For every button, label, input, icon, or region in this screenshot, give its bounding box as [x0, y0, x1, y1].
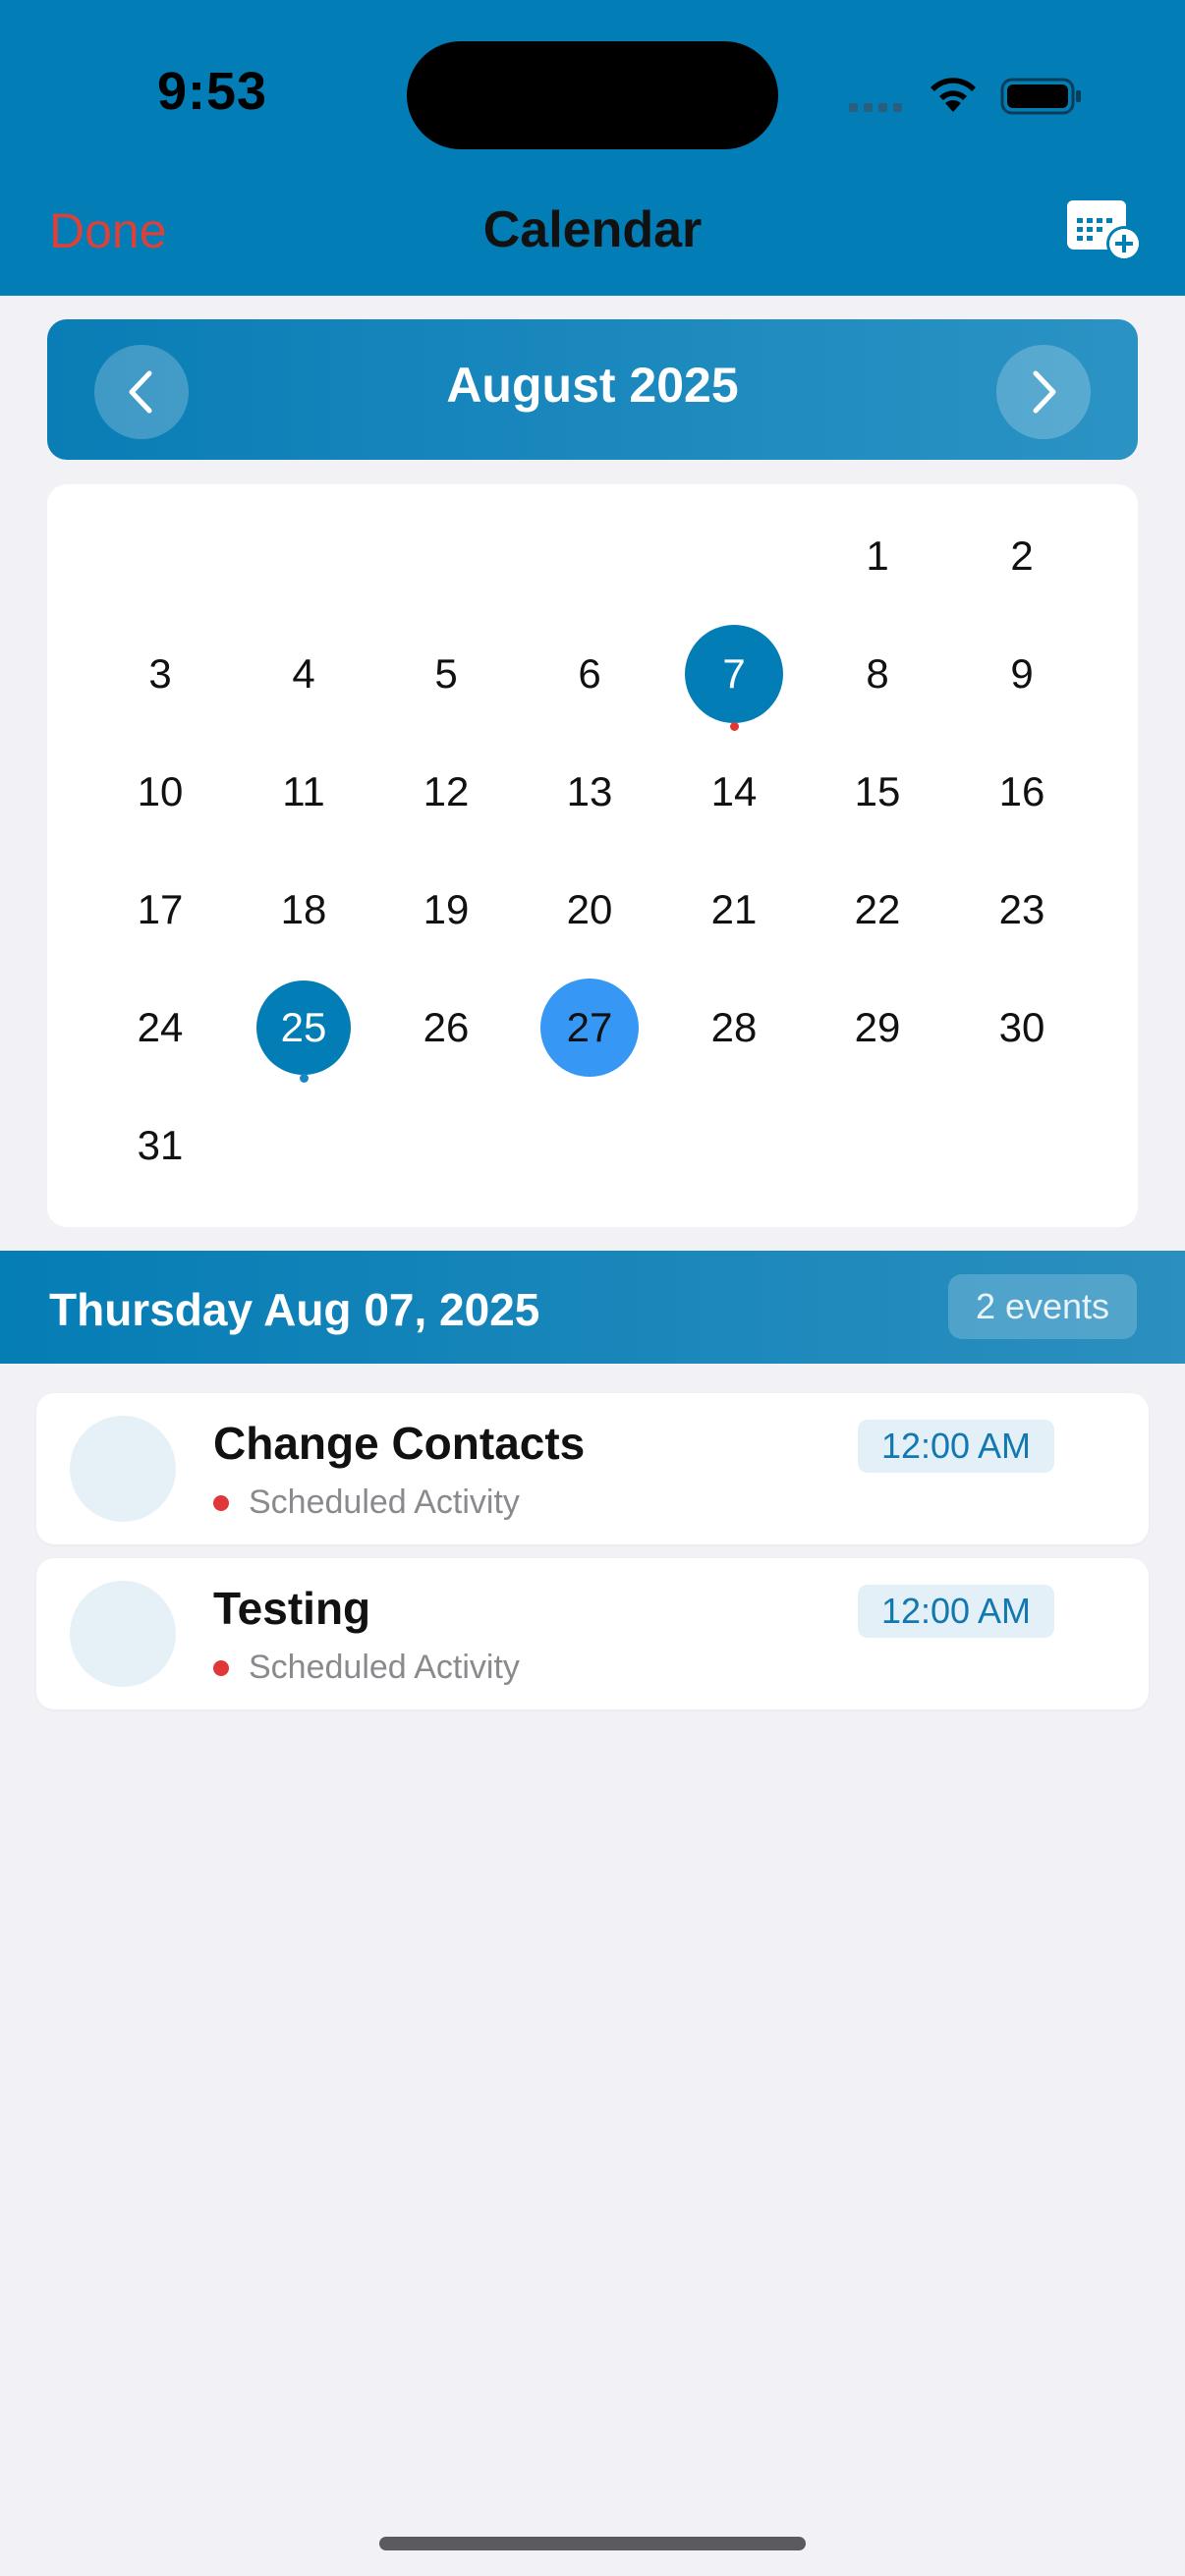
- event-type: Scheduled Activity: [249, 1484, 520, 1521]
- calendar-day-17[interactable]: 17: [111, 861, 209, 959]
- month-label: August 2025: [446, 358, 739, 413]
- top-bar: 9:53 Done Calendar: [0, 0, 1185, 296]
- calendar-day-21[interactable]: 21: [685, 861, 783, 959]
- selected-date-header: Thursday Aug 07, 2025 2 events: [0, 1251, 1185, 1364]
- event-title: Testing: [213, 1583, 371, 1634]
- event-indicator-dot: [729, 722, 739, 731]
- status-time: 9:53: [157, 62, 268, 121]
- calendar-day-12[interactable]: 12: [397, 743, 495, 841]
- calendar-day-22[interactable]: 22: [828, 861, 927, 959]
- event-indicator-dot: [299, 1074, 309, 1083]
- calendar-day-25[interactable]: 25: [256, 980, 351, 1083]
- calendar-add-icon: [1067, 200, 1142, 261]
- next-month-button[interactable]: [996, 345, 1091, 439]
- chevron-right-icon: [1033, 370, 1056, 414]
- calendar-day-7[interactable]: 7: [685, 625, 783, 731]
- event-type: Scheduled Activity: [249, 1649, 520, 1686]
- calendar-day-18[interactable]: 18: [254, 861, 353, 959]
- event-card[interactable]: Change Contacts Scheduled Activity 12:00…: [36, 1393, 1149, 1544]
- calendar-day-23[interactable]: 23: [973, 861, 1071, 959]
- calendar-day-9[interactable]: 9: [973, 625, 1071, 723]
- avatar: [70, 1416, 176, 1522]
- home-indicator: [379, 2537, 806, 2550]
- calendar-day-29[interactable]: 29: [828, 979, 927, 1077]
- calendar-day-16[interactable]: 16: [973, 743, 1071, 841]
- wifi-icon: [931, 78, 976, 112]
- page-title: Calendar: [482, 201, 703, 258]
- event-time-badge: 12:00 AM: [858, 1420, 1054, 1473]
- calendar-day-5[interactable]: 5: [397, 625, 495, 723]
- cellular-signal-icon: [849, 103, 902, 112]
- dynamic-island: [407, 41, 778, 149]
- calendar-day-31[interactable]: 31: [111, 1096, 209, 1195]
- calendar-day-4[interactable]: 4: [254, 625, 353, 723]
- calendar-day-24[interactable]: 24: [111, 979, 209, 1077]
- add-event-button[interactable]: [1063, 195, 1144, 263]
- event-subtitle: Scheduled Activity: [213, 1484, 520, 1522]
- status-dot: [213, 1659, 229, 1676]
- calendar-day-30[interactable]: 30: [973, 979, 1071, 1077]
- calendar-day-8[interactable]: 8: [828, 625, 927, 723]
- event-title: Change Contacts: [213, 1418, 586, 1469]
- calendar-day-2[interactable]: 2: [973, 507, 1071, 605]
- calendar-day-11[interactable]: 11: [254, 743, 353, 841]
- calendar-day-27[interactable]: 27: [540, 979, 639, 1077]
- calendar-day-3[interactable]: 3: [111, 625, 209, 723]
- calendar-day-26[interactable]: 26: [397, 979, 495, 1077]
- month-header: August 2025: [47, 319, 1138, 460]
- selected-date-title: Thursday Aug 07, 2025: [49, 1284, 540, 1335]
- calendar-day-15[interactable]: 15: [828, 743, 927, 841]
- status-dot: [213, 1494, 229, 1511]
- calendar-day-6[interactable]: 6: [540, 625, 639, 723]
- avatar: [70, 1581, 176, 1687]
- calendar-day-13[interactable]: 13: [540, 743, 639, 841]
- events-count-badge: 2 events: [948, 1274, 1137, 1339]
- calendar-day-19[interactable]: 19: [397, 861, 495, 959]
- event-subtitle: Scheduled Activity: [213, 1649, 520, 1687]
- event-card[interactable]: Testing Scheduled Activity 12:00 AM: [36, 1558, 1149, 1709]
- calendar-day-14[interactable]: 14: [685, 743, 783, 841]
- calendar-day-10[interactable]: 10: [111, 743, 209, 841]
- battery-icon: [1000, 78, 1081, 115]
- calendar-day-28[interactable]: 28: [685, 979, 783, 1077]
- event-time-badge: 12:00 AM: [858, 1585, 1054, 1638]
- calendar-day-20[interactable]: 20: [540, 861, 639, 959]
- calendar-grid: 1 2 3 4 5 6 7 8 9 10 11 12 13 14 15 16 17 18 19 20 21 22 23 24 2…: [47, 484, 1138, 1227]
- calendar-day-1[interactable]: 1: [828, 507, 927, 605]
